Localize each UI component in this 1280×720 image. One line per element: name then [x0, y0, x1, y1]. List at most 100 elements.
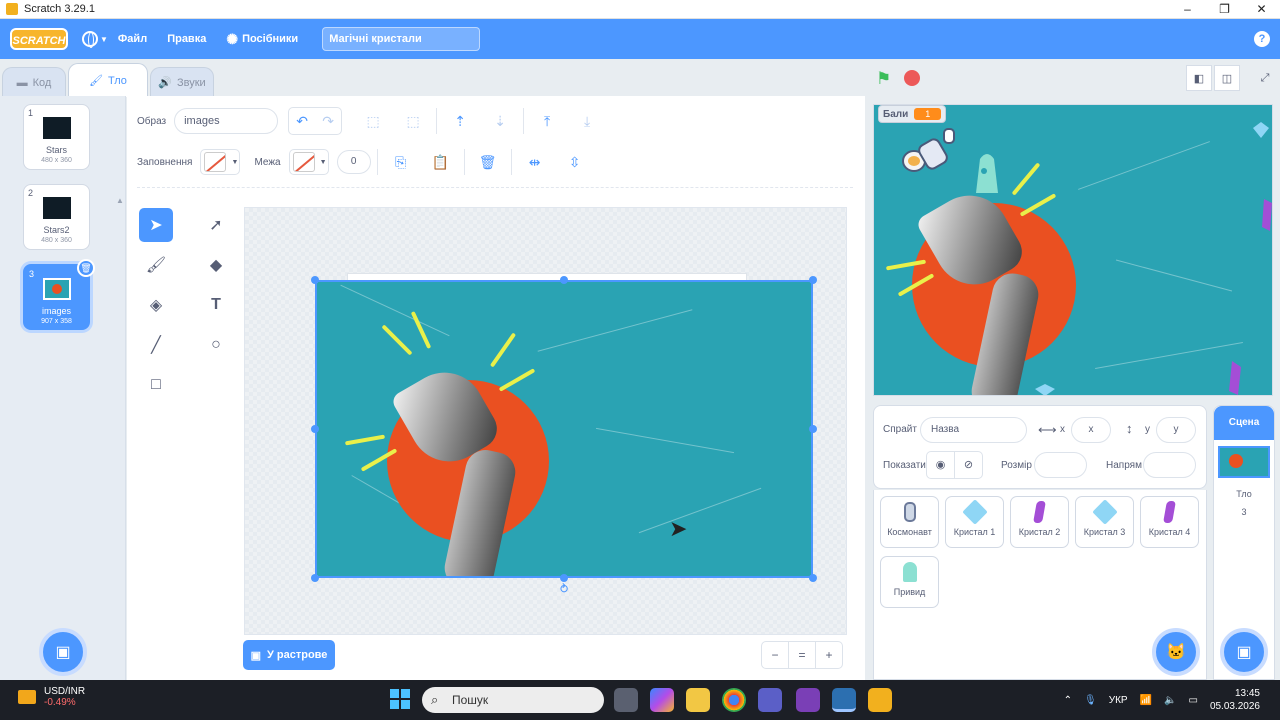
direction-input[interactable] [1143, 452, 1196, 478]
fill-tool-icon[interactable]: ◈ [139, 288, 173, 322]
blue-gem-sprite[interactable] [1252, 121, 1270, 139]
choose-sprite-button[interactable]: 🐱 [1152, 628, 1200, 676]
language-globe-icon[interactable] [82, 31, 98, 48]
task-view-icon[interactable] [614, 688, 638, 712]
costume-name-input[interactable]: images [174, 108, 279, 134]
zoom-reset-icon[interactable]: = [789, 642, 816, 668]
ghost-sprite[interactable] [970, 149, 1004, 197]
paste-icon[interactable]: 📋 [428, 149, 454, 175]
blue-gem-sprite[interactable] [1034, 383, 1056, 396]
trash-icon[interactable]: 🗑 [77, 259, 95, 277]
outline-width-input[interactable]: 0 [336, 150, 371, 174]
y-input[interactable]: y [1156, 417, 1196, 443]
select-tool-icon[interactable]: ➤ [139, 208, 173, 242]
purple-crystal-sprite[interactable] [1260, 197, 1273, 233]
resize-handle[interactable] [311, 276, 319, 284]
project-title-input[interactable]: Магічні кристали [322, 27, 481, 51]
scroll-up-arrow-icon[interactable]: ▲ [116, 196, 124, 205]
stage[interactable]: Бали 1 [873, 104, 1273, 396]
zoom-in-icon[interactable]: + [816, 642, 842, 668]
sprite-tile-astronaut[interactable]: Космонавт [880, 496, 939, 548]
resize-handle[interactable] [560, 574, 568, 582]
astronaut-sprite[interactable] [900, 127, 962, 177]
flip-horizontal-icon[interactable]: ⇹ [522, 149, 548, 175]
group-icon[interactable]: ⬚ [360, 108, 386, 134]
windows-start-icon[interactable] [390, 689, 410, 709]
line-tool-icon[interactable]: ╱ [139, 328, 173, 362]
media-app-icon[interactable] [796, 688, 820, 712]
minimize-button[interactable]: – [1169, 0, 1206, 19]
text-tool-icon[interactable]: T [199, 288, 233, 322]
teams-icon[interactable] [758, 688, 782, 712]
taskbar-search[interactable]: ⌕ Пошук [422, 687, 604, 713]
sprite-tile-crystal-3[interactable]: Кристал 3 [1075, 496, 1134, 548]
outline-color-picker[interactable]: ▼ [288, 149, 329, 175]
backdrop-item-2[interactable]: 2 Stars2 480 x 360 [23, 184, 90, 250]
eye-icon[interactable]: ◉ [927, 452, 955, 478]
tab-backdrops[interactable]: 🖌 Тло [68, 63, 148, 97]
resize-handle[interactable] [809, 425, 817, 433]
file-explorer-icon[interactable] [686, 688, 710, 712]
resize-handle[interactable] [809, 276, 817, 284]
battery-icon[interactable]: ▭ [1188, 695, 1197, 706]
active-window-icon[interactable] [832, 688, 856, 712]
resize-handle[interactable] [809, 574, 817, 582]
delete-icon[interactable]: 🗑 [475, 149, 501, 175]
wifi-icon[interactable]: 📶 [1140, 695, 1152, 706]
volume-icon[interactable]: 🔈 [1164, 695, 1176, 706]
undo-icon[interactable]: ↶ [289, 108, 315, 134]
eye-hidden-icon[interactable]: ⊘ [955, 452, 982, 478]
paint-canvas[interactable]: ➤ ⥁ [244, 207, 847, 635]
back-icon[interactable]: ⤓ [574, 108, 600, 134]
file-menu[interactable]: Файл [108, 19, 157, 59]
resize-handle[interactable] [311, 574, 319, 582]
copilot-icon[interactable] [650, 688, 674, 712]
front-icon[interactable]: ⤒ [534, 108, 560, 134]
help-icon[interactable]: ? [1254, 31, 1270, 47]
sprite-name-input[interactable]: Назва [920, 417, 1027, 443]
microphone-icon[interactable]: 🎙 [1084, 695, 1097, 706]
tab-sounds[interactable]: 🔊 Звуки [150, 67, 214, 97]
forward-icon[interactable]: ⇡ [447, 108, 473, 134]
backward-icon[interactable]: ⇣ [487, 108, 513, 134]
chrome-icon[interactable] [722, 688, 746, 712]
stop-icon[interactable] [904, 70, 920, 86]
maximize-button[interactable]: ❐ [1206, 0, 1243, 19]
rectangle-tool-icon[interactable]: □ [139, 368, 173, 402]
size-input[interactable] [1034, 452, 1087, 478]
resize-handle[interactable] [560, 276, 568, 284]
sprite-tile-ghost[interactable]: Привид [880, 556, 939, 608]
language-indicator[interactable]: УКР [1109, 695, 1128, 706]
copy-icon[interactable]: ⎘ [388, 149, 414, 175]
green-flag-icon[interactable]: ⚑ [876, 69, 891, 89]
zoom-out-icon[interactable]: − [762, 642, 789, 668]
redo-icon[interactable]: ↷ [315, 108, 341, 134]
rotate-handle-icon[interactable]: ⥁ [560, 582, 568, 596]
edit-menu[interactable]: Правка [157, 19, 216, 59]
fullscreen-icon[interactable]: ⤢ [1252, 65, 1278, 91]
backdrop-item-1[interactable]: 1 Stars 480 x 360 [23, 104, 90, 170]
backdrop-item-3[interactable]: 3 🗑 images 907 x 358 [23, 259, 95, 330]
scratch-logo[interactable]: SCRATCH [10, 28, 68, 50]
chevron-down-icon[interactable]: ▼ [100, 35, 108, 44]
chevron-up-icon[interactable]: ⌃ [1064, 695, 1072, 706]
fill-color-picker[interactable]: ▼ [200, 149, 241, 175]
tutorials-menu[interactable]: ✺ Посібники [216, 19, 308, 59]
sprite-tile-crystal-1[interactable]: Кристал 1 [945, 496, 1004, 548]
close-button[interactable]: ✕ [1243, 0, 1280, 19]
ticker-widget[interactable]: USD/INR -0.49% [18, 686, 85, 708]
purple-crystal-sprite[interactable] [1226, 359, 1244, 396]
sprite-tile-crystal-2[interactable]: Кристал 2 [1010, 496, 1069, 548]
ungroup-icon[interactable]: ⬚ [400, 108, 426, 134]
large-stage-icon[interactable]: ◫ [1214, 65, 1240, 91]
eraser-tool-icon[interactable]: ◆ [199, 248, 233, 282]
small-stage-icon[interactable]: ◧ [1186, 65, 1212, 91]
sprite-tile-crystal-4[interactable]: Кристал 4 [1140, 496, 1199, 548]
brush-tool-icon[interactable]: 🖌 [139, 248, 173, 282]
flip-vertical-icon[interactable]: ⇳ [562, 149, 588, 175]
resize-handle[interactable] [311, 425, 319, 433]
reshape-tool-icon[interactable]: ➚ [199, 208, 233, 242]
clock[interactable]: 13:45 05.03.2026 [1210, 687, 1260, 713]
circle-tool-icon[interactable]: ○ [199, 328, 233, 362]
tab-code[interactable]: ▬ Код [2, 67, 66, 97]
